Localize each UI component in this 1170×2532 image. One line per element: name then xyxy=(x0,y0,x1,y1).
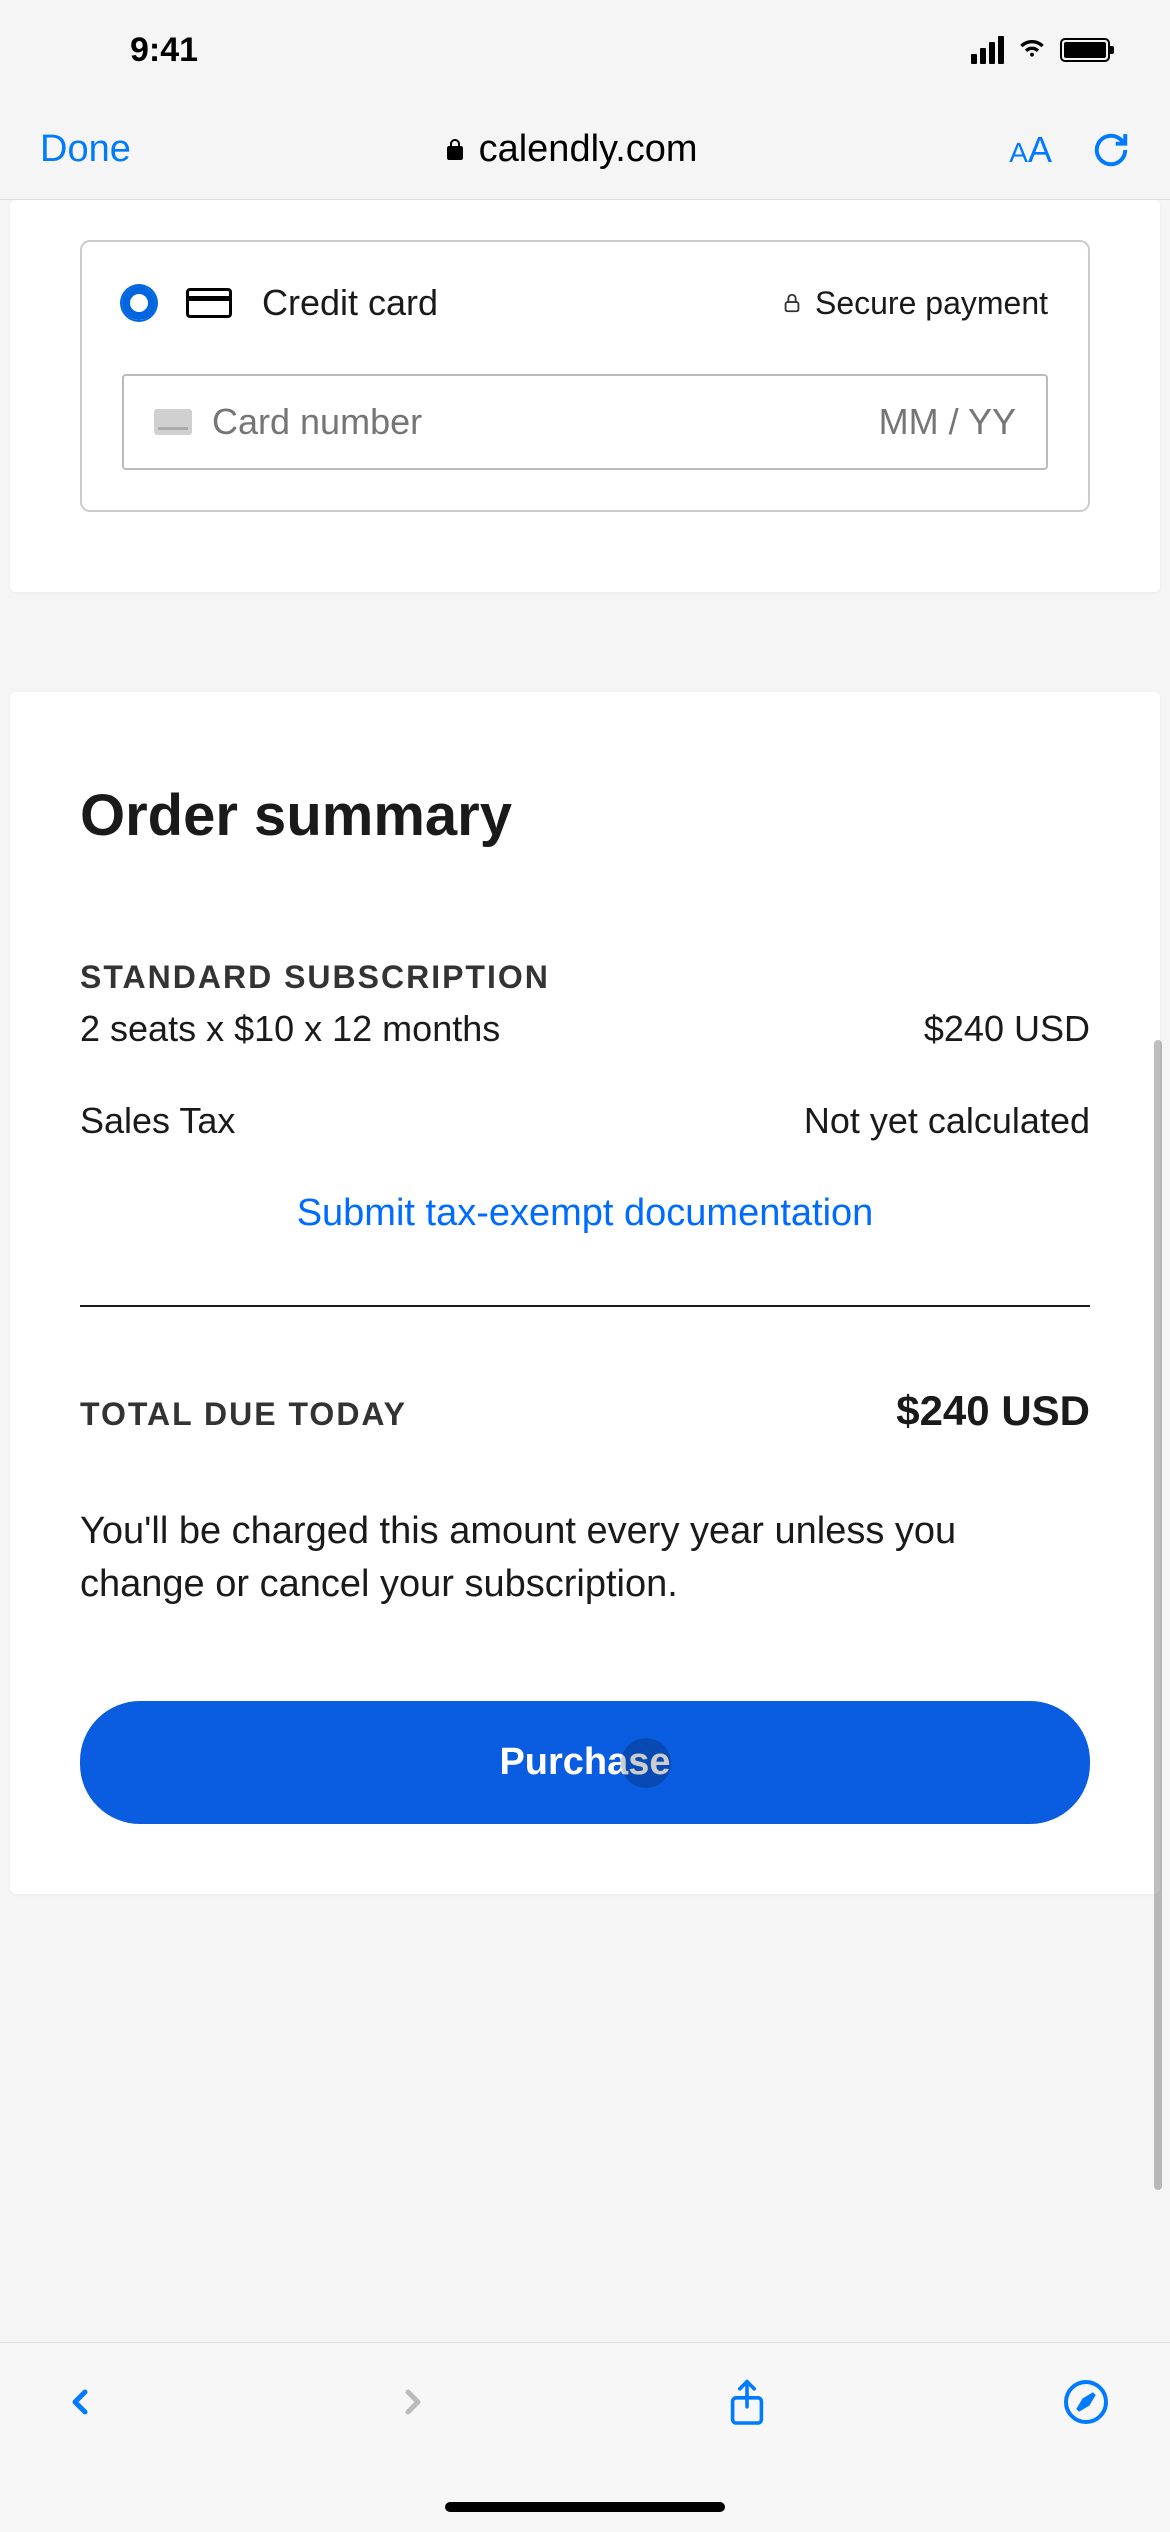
status-bar: 9:41 xyxy=(0,0,1170,100)
url-text: calendly.com xyxy=(479,128,698,171)
total-row: TOTAL DUE TODAY $240 USD xyxy=(80,1387,1090,1435)
done-button[interactable]: Done xyxy=(40,128,131,171)
card-input-container xyxy=(122,374,1048,470)
battery-icon xyxy=(1060,38,1110,62)
lock-icon xyxy=(443,136,467,164)
charge-note: You'll be charged this amount every year… xyxy=(80,1505,1090,1611)
subscription-line-item: 2 seats x $10 x 12 months $240 USD xyxy=(80,1008,1090,1050)
reload-icon[interactable] xyxy=(1092,131,1130,169)
forward-button[interactable] xyxy=(393,2378,433,2426)
tax-value: Not yet calculated xyxy=(804,1100,1090,1142)
url-bar[interactable]: calendly.com xyxy=(443,128,698,171)
scrollbar[interactable] xyxy=(1154,1040,1162,2190)
touch-indicator xyxy=(621,1738,671,1788)
wifi-icon xyxy=(1016,32,1048,69)
card-number-input[interactable] xyxy=(212,401,816,443)
status-indicators xyxy=(971,32,1110,69)
order-summary-title: Order summary xyxy=(80,782,1090,849)
subscription-label: STANDARD SUBSCRIPTION xyxy=(80,959,1090,996)
secure-payment-label: Secure payment xyxy=(781,285,1048,322)
summary-divider xyxy=(80,1305,1090,1307)
padlock-icon xyxy=(781,290,803,316)
total-label: TOTAL DUE TODAY xyxy=(80,1396,407,1433)
card-small-icon xyxy=(154,409,192,435)
seats-amount: $240 USD xyxy=(924,1008,1090,1050)
safari-button[interactable] xyxy=(1062,2378,1110,2426)
credit-card-radio[interactable] xyxy=(122,286,156,320)
card-expiry-input[interactable] xyxy=(836,401,1016,443)
tax-exempt-link[interactable]: Submit tax-exempt documentation xyxy=(80,1192,1090,1235)
tax-line-item: Sales Tax Not yet calculated xyxy=(80,1100,1090,1142)
purchase-button[interactable]: Purchase xyxy=(80,1701,1090,1824)
order-summary-section: Order summary STANDARD SUBSCRIPTION 2 se… xyxy=(10,692,1160,1894)
payment-method-box: Credit card Secure payment xyxy=(80,240,1090,512)
credit-card-icon xyxy=(186,288,232,318)
home-indicator[interactable] xyxy=(445,2502,725,2512)
payment-method-label: Credit card xyxy=(262,282,438,324)
share-button[interactable] xyxy=(725,2378,769,2432)
back-button[interactable] xyxy=(60,2378,100,2426)
text-size-button[interactable]: AA xyxy=(1009,129,1052,171)
seats-detail: 2 seats x $10 x 12 months xyxy=(80,1008,500,1050)
payment-section: Credit card Secure payment xyxy=(10,200,1160,592)
browser-header: Done calendly.com AA xyxy=(0,100,1170,200)
total-value: $240 USD xyxy=(896,1387,1090,1435)
tax-label: Sales Tax xyxy=(80,1100,235,1142)
cellular-signal-icon xyxy=(971,36,1004,64)
status-time: 9:41 xyxy=(60,31,198,70)
